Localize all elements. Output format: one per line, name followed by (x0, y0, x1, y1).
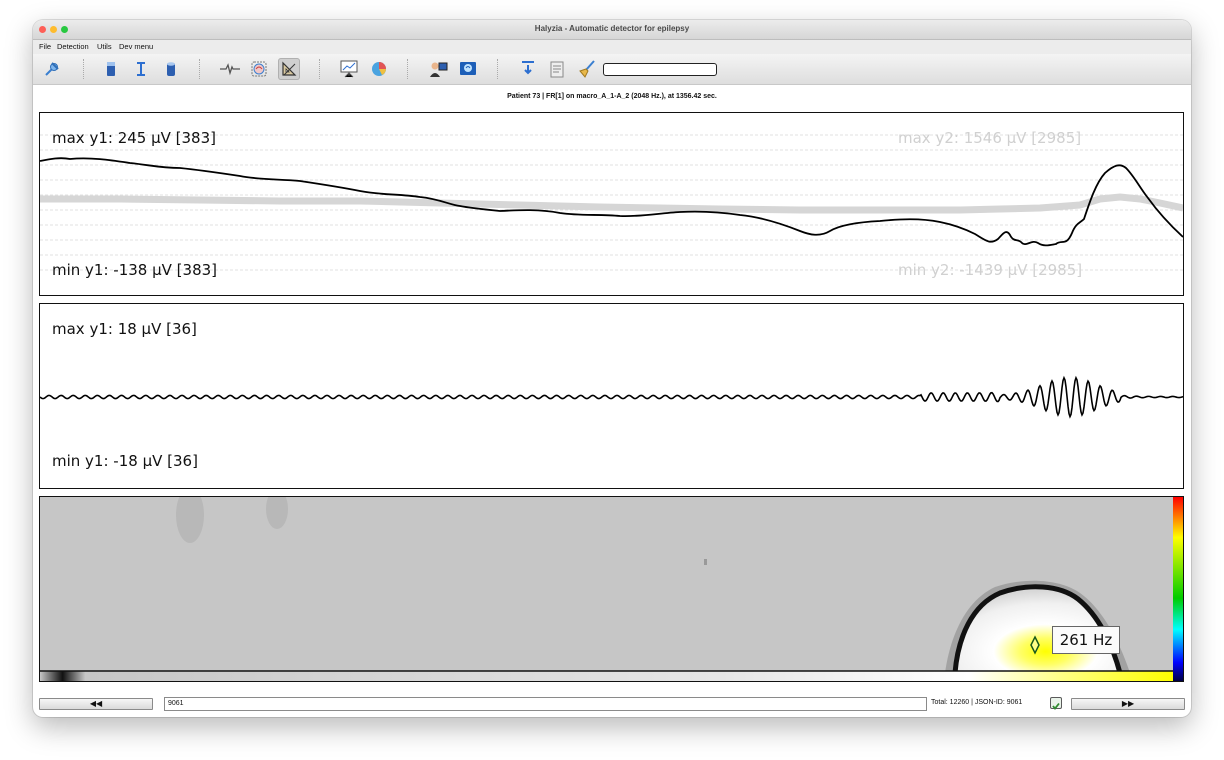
brain-scan-icon[interactable] (248, 58, 270, 80)
raw-signal-panel: max y1: 245 µV [383] min y1: -138 µV [38… (39, 112, 1184, 296)
menu-detection[interactable]: Detection (57, 42, 89, 51)
info-download-icon[interactable] (517, 58, 539, 80)
filtered-signal-trace (40, 375, 1183, 419)
next-button[interactable]: ▶▶ (1071, 698, 1185, 710)
app-window: Halyzia - Automatic detector for epileps… (33, 20, 1191, 717)
cursor-i-icon[interactable] (130, 58, 152, 80)
raw-min-y2: min y2: -1439 µV [2985] (898, 261, 1083, 279)
long-window-trace (40, 193, 1183, 214)
blue-block-icon[interactable] (100, 58, 122, 80)
frequency-label: 261 Hz (1052, 626, 1120, 654)
clipboard-list-icon[interactable] (546, 58, 568, 80)
checkmark-icon (1052, 702, 1060, 710)
brain-monitor-icon[interactable] (457, 58, 479, 80)
toolbar (33, 54, 1191, 85)
broom-icon[interactable] (576, 58, 598, 80)
blue-cylinder-icon[interactable] (160, 58, 182, 80)
menu-dev[interactable]: Dev menu (119, 42, 153, 51)
raw-max-y2: max y2: 1546 µV [2985] (898, 129, 1082, 147)
spectrogram-panel: 261 Hz (39, 496, 1184, 682)
spectrogram-plot (40, 497, 1183, 681)
filtered-min-y1: min y1: -18 µV [36] (52, 452, 198, 470)
doctor-screen-icon[interactable] (427, 58, 449, 80)
window-title: Halyzia - Automatic detector for epileps… (534, 24, 690, 33)
colorbar (1173, 497, 1183, 681)
presentation-chart-icon[interactable] (338, 58, 360, 80)
progress-bar (603, 63, 717, 76)
title-bar: Halyzia - Automatic detector for epileps… (33, 20, 1191, 40)
total-count: Total: 12260 | JSON-ID: 9061 (931, 699, 1023, 706)
menu-utils[interactable]: Utils (97, 42, 112, 51)
validated-checkbox[interactable] (1050, 697, 1062, 710)
filtered-max-y1: max y1: 18 µV [36] (52, 320, 197, 338)
raw-min-y1: min y1: -138 µV [383] (52, 261, 218, 279)
menu-bar: File Detection Utils Dev menu (33, 40, 1191, 54)
pie-chart-icon[interactable] (368, 58, 390, 80)
raw-max-y1: max y1: 245 µV [383] (52, 129, 216, 147)
menu-file[interactable]: File (39, 42, 51, 51)
pin-icon[interactable] (41, 58, 63, 80)
ruler-triangle-icon[interactable] (278, 58, 300, 80)
filtered-signal-plot (40, 375, 1183, 419)
record-info: Patient 73 | FR[1] on macro_A_1-A_2 (204… (507, 93, 717, 100)
waveform-icon[interactable] (219, 58, 241, 80)
bottom-navigation: ◀◀ Total: 12260 | JSON-ID: 9061 ▶▶ (33, 694, 1191, 714)
filtered-signal-panel: max y1: 18 µV [36] min y1: -18 µV [36] (39, 303, 1184, 489)
previous-button[interactable]: ◀◀ (39, 698, 153, 710)
index-input[interactable] (164, 697, 927, 711)
